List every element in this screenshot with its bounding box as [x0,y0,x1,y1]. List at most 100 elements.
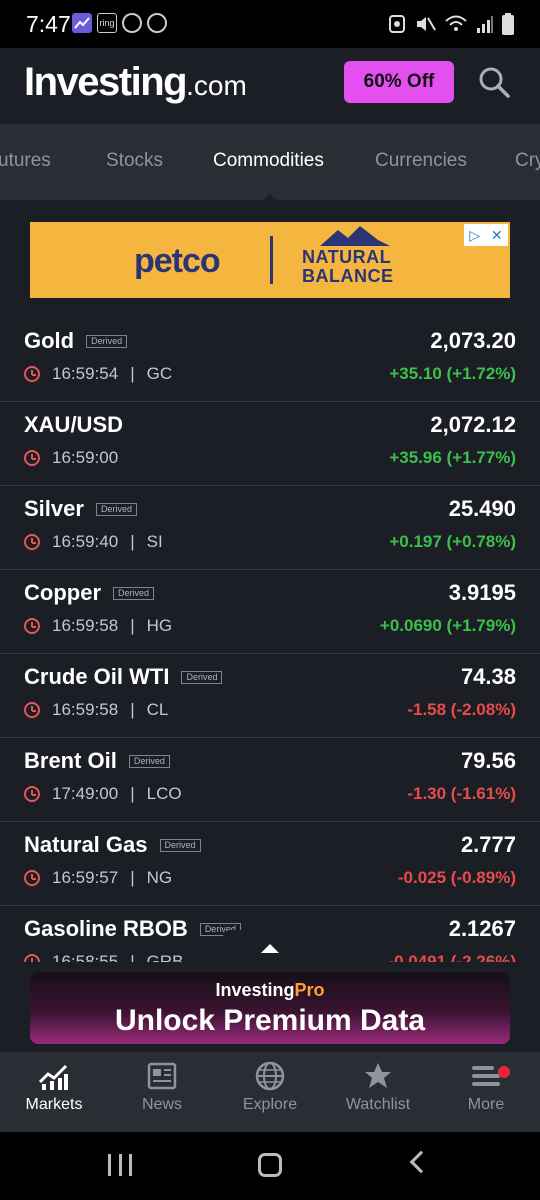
table-row[interactable]: Natural Gas Derived 2.777 16:59:57 | NG -0.… [0,822,540,906]
instrument-name: Gasoline RBOB [24,916,188,941]
ad-partner: NATURAL BALANCE [302,248,394,286]
pro-brand-main: Investing [215,980,295,1000]
battery-icon [502,13,514,40]
clock-icon [24,786,40,802]
tab-futures[interactable]: utures [0,150,51,172]
bottom-nav: Markets News Explore Watchlist More [0,1052,540,1132]
tab-currencies[interactable]: Currencies [375,150,467,172]
status-time: 7:47 [26,11,71,37]
tab-crypto[interactable]: Cry [515,150,540,172]
clock-icon [24,870,40,886]
instrument-change: -1.30 (-1.61%) [407,784,516,803]
system-icons [388,13,514,40]
system-nav-bar [0,1132,540,1200]
instrument-price: 2,073.20 [430,328,516,353]
table-row[interactable]: XAU/USD 2,072.12 16:59:00 +35.96 (+1.77%… [0,402,540,486]
pro-brand-pro: Pro [294,980,325,1000]
signal-icon [476,14,494,39]
adchoices-icon[interactable]: ▷ [469,227,480,244]
ad-banner[interactable]: petco NATURAL BALANCE ▷ ✕ [30,222,510,298]
instrument-change: +0.0690 (+1.79%) [379,616,516,635]
nav-label: Explore [242,1096,298,1113]
back-icon[interactable] [409,1150,433,1174]
ad-choices[interactable]: ▷ ✕ [464,224,508,246]
mute-icon [414,14,436,39]
logo-suffix: .com [186,70,247,101]
clock-icon [24,954,40,962]
instrument-symbol: LCO [146,784,182,803]
star-icon [365,1063,391,1088]
table-row[interactable]: Copper Derived 3.9195 16:59:58 | HG +0.0690… [0,570,540,654]
instrument-time: 16:59:58 [52,700,119,719]
derived-badge: Derived [128,754,170,768]
nav-label: Watchlist [345,1096,411,1113]
close-icon[interactable]: ✕ [491,227,503,244]
home-icon[interactable] [258,1153,282,1177]
instrument-name: Copper [24,580,101,605]
instrument-symbol: GRB [146,952,184,962]
instrument-time: 16:59:40 [52,532,119,551]
instrument-name: Gold [24,328,75,353]
nav-label: Markets [25,1096,83,1113]
derived-badge: Derived [159,838,201,852]
pro-cta: Unlock Premium Data [114,1004,426,1037]
notification-dot [498,1066,510,1078]
instrument-rows: Gold Derived 2,073.20 16:59:54 | GC +35.10 … [0,318,540,962]
nav-label: News [141,1096,182,1113]
instrument-time: 16:59:00 [52,448,119,467]
table-row[interactable]: Gold Derived 2,073.20 16:59:54 | GC +35.10 … [0,318,540,402]
recents-icon[interactable] [108,1154,132,1176]
ad-divider [270,236,273,284]
chevron-up-icon[interactable] [261,944,279,953]
app-header: Investing.com 60% Off [0,48,540,124]
nav-watchlist[interactable]: Watchlist [324,1052,432,1132]
instrument-change: -0.0491 (-2.26%) [388,952,516,962]
status-bar: 7:47 ring [0,0,540,48]
clock-icon [24,450,40,466]
instrument-price: 2.1267 [448,916,516,941]
nav-explore[interactable]: Explore [216,1052,324,1132]
face-icon [147,13,167,33]
derived-badge: Derived [113,586,155,600]
logo-main: Investing [24,60,188,104]
search-icon[interactable] [476,64,512,100]
nav-news[interactable]: News [108,1052,216,1132]
globe-icon [255,1061,285,1091]
investing-logo[interactable]: Investing.com [24,60,247,105]
promo-button[interactable]: 60% Off [344,61,454,103]
tab-stocks[interactable]: Stocks [106,150,163,172]
instrument-change: +0.197 (+0.78%) [389,532,516,551]
markets-chart-icon [38,1064,68,1090]
derived-badge: Derived [86,334,128,348]
nav-label: More [467,1096,505,1113]
table-row[interactable]: Silver Derived 25.490 16:59:40 | SI +0.197 … [0,486,540,570]
nav-markets[interactable]: Markets [0,1052,108,1132]
instrument-time: 16:58:55 [52,952,119,962]
commodities-list[interactable]: petco NATURAL BALANCE ▷ ✕ Gold Derived 2,… [0,200,540,962]
pro-banner[interactable]: InvestingPro Unlock Premium Data [30,972,510,1044]
wifi-icon [444,14,468,39]
instrument-symbol: CL [146,700,169,719]
separator: | [130,700,135,719]
derived-badge: Derived [181,670,223,684]
instrument-symbol: SI [146,532,163,551]
tab-commodities[interactable]: Commodities [213,150,324,172]
pro-brand: InvestingPro [30,980,510,1001]
menu-icon [472,1066,500,1086]
instrument-price: 2.777 [460,832,516,857]
table-row[interactable]: Crude Oil WTI Derived 74.38 16:59:58 | CL -… [0,654,540,738]
clock-icon [24,366,40,382]
instrument-price: 25.490 [448,496,516,521]
clock-icon [24,702,40,718]
instrument-symbol: HG [146,616,173,635]
instrument-name: Silver [24,496,84,521]
notification-icons: ring [72,13,167,33]
separator: | [130,952,135,962]
table-row[interactable]: Brent Oil Derived 79.56 17:49:00 | LCO -1.3… [0,738,540,822]
instrument-symbol: GC [146,364,173,383]
instrument-time: 16:59:54 [52,364,119,383]
instrument-time: 16:59:57 [52,868,119,887]
nav-more[interactable]: More [432,1052,540,1132]
ad-brand: petco [134,242,221,280]
instrument-time: 17:49:00 [52,784,119,803]
